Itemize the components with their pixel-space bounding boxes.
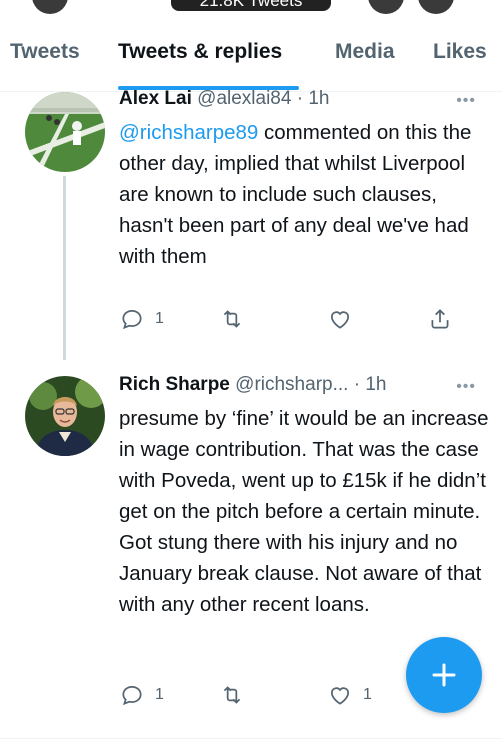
like-button[interactable]: 1: [327, 682, 372, 708]
author-name[interactable]: Alex Lai: [119, 88, 192, 109]
tab-tweets[interactable]: Tweets: [10, 40, 80, 64]
tweet-header: Rich Sharpe @richsharp... · 1h: [119, 374, 386, 396]
like-count: 1: [363, 686, 372, 703]
author-handle[interactable]: @alexlai84: [197, 88, 291, 109]
retweet-icon: [223, 310, 241, 328]
separator: ·: [348, 374, 366, 395]
share-icon: [431, 309, 449, 329]
heart-icon: [331, 311, 349, 329]
timestamp[interactable]: 1h: [308, 88, 329, 109]
author-name[interactable]: Rich Sharpe: [119, 374, 230, 395]
retweet-button[interactable]: [219, 306, 245, 332]
tweet-header: Alex Lai @alexlai84 · 1h: [119, 88, 329, 110]
retweet-button[interactable]: [219, 682, 245, 708]
tweet-text: presume by ‘fine’ it would be an increas…: [119, 407, 489, 616]
reply-button[interactable]: 1: [119, 306, 164, 332]
heart-icon: [331, 687, 349, 705]
tweet-count: 21.8K Tweets: [171, 0, 331, 11]
more-options-icon[interactable]: •••: [456, 378, 476, 396]
retweet-icon: [223, 686, 241, 704]
plus-icon: [432, 663, 456, 687]
profile-tabs: Tweets Tweets & replies Media Likes: [0, 30, 502, 92]
tab-tweets-and-replies[interactable]: Tweets & replies: [118, 40, 282, 64]
more-button[interactable]: [418, 0, 454, 14]
mention-link[interactable]: @richsharpe89: [119, 121, 258, 144]
separator: ·: [291, 88, 309, 109]
reply-count: 1: [155, 686, 164, 703]
tweet-item[interactable]: Alex Lai @alexlai84 · 1h ••• @richsharpe…: [0, 88, 502, 360]
profile-header-strip: 21.8K Tweets: [0, 0, 502, 18]
author-handle[interactable]: @richsharp...: [235, 374, 348, 395]
divider: [0, 738, 502, 739]
timestamp[interactable]: 1h: [365, 374, 386, 395]
more-options-icon[interactable]: •••: [456, 92, 476, 110]
avatar[interactable]: [25, 92, 105, 172]
avatar[interactable]: [25, 376, 105, 456]
compose-tweet-button[interactable]: [406, 637, 482, 713]
tab-likes[interactable]: Likes: [433, 40, 487, 64]
share-button[interactable]: [427, 306, 453, 332]
tweet-actions: 1: [119, 306, 469, 336]
reply-icon: [122, 686, 142, 706]
reply-count: 1: [155, 310, 164, 327]
reply-button[interactable]: 1: [119, 682, 164, 708]
tweet-text: @richsharpe89 commented on this the othe…: [119, 117, 489, 272]
back-button[interactable]: [32, 0, 68, 14]
reply-icon: [122, 310, 142, 330]
like-button[interactable]: [327, 306, 363, 332]
tab-media[interactable]: Media: [335, 40, 395, 64]
search-button[interactable]: [368, 0, 404, 14]
thread-line: [63, 176, 66, 360]
